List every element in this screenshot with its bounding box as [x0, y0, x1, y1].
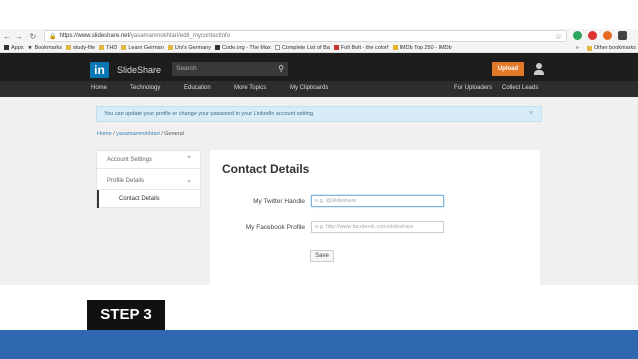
- breadcrumb-home[interactable]: Home: [97, 131, 112, 137]
- bookmark-unis-germany[interactable]: Uni's Germany: [167, 45, 211, 51]
- bookmark-folt-bolt[interactable]: Folt Bolt - the colorf: [333, 45, 389, 51]
- step-badge: STEP 3: [87, 300, 165, 330]
- folder-icon: [121, 45, 127, 50]
- chevron-down-icon: ⌄: [186, 177, 192, 184]
- settings-sidebar: Account Settings ⌃ Profile Details ⌄ Con…: [96, 150, 201, 208]
- extension-orange-icon[interactable]: [603, 31, 612, 40]
- url-host: https://www.slideshare.net/: [59, 33, 131, 39]
- facebook-label: My Facebook Profile: [245, 224, 305, 231]
- sidebar-item-contact-details[interactable]: Contact Details: [97, 190, 200, 208]
- nav-technology[interactable]: Technology: [130, 85, 160, 91]
- site-nav: Home Technology Education More Topics My…: [0, 81, 638, 97]
- close-icon[interactable]: ×: [529, 107, 533, 121]
- code-org-icon: [215, 45, 220, 50]
- notice-text: You can update your profile or change yo…: [104, 111, 315, 117]
- url-path: yasamanmokhtari/edit_mycontactinfo: [130, 33, 230, 39]
- user-avatar-icon[interactable]: [533, 62, 545, 76]
- bookmark-star-icon[interactable]: ☆: [555, 32, 562, 41]
- folder-icon: [167, 45, 173, 50]
- browser-toolbar: ← → ↻ 🔒 https://www.slideshare.net/yasam…: [0, 29, 638, 43]
- nav-collect-leads[interactable]: Collect Leads: [502, 85, 538, 91]
- folder-icon: [99, 45, 105, 50]
- reload-icon[interactable]: ↻: [28, 32, 38, 41]
- breadcrumb-user[interactable]: yasamanmokhtari: [116, 131, 159, 137]
- facebook-profile-field[interactable]: e.g. http://www.facebook.com/slideshare: [311, 221, 444, 233]
- chevron-up-icon: ⌃: [186, 156, 192, 163]
- save-button[interactable]: Save: [310, 250, 334, 262]
- bottom-bar: [0, 330, 638, 359]
- folder-icon: [66, 45, 71, 50]
- overflow-icon: »: [575, 45, 579, 51]
- nav-my-clipboards[interactable]: My Clipboards: [290, 85, 328, 91]
- bookmark-code-org[interactable]: Code.org - The Max: [215, 45, 271, 51]
- star-icon: ★: [27, 44, 33, 51]
- upload-button[interactable]: Upload: [492, 62, 524, 76]
- lock-icon: 🔒: [49, 33, 57, 40]
- breadcrumb: Home / yasamanmokhtari / General: [97, 131, 184, 137]
- extension-dark-icon[interactable]: [618, 31, 627, 40]
- nav-education[interactable]: Education: [184, 85, 211, 91]
- contact-details-panel: Contact Details My Twitter Handle e.g. @…: [210, 150, 540, 285]
- slideshare-logo-text[interactable]: SlideShare: [117, 65, 161, 75]
- nav-home[interactable]: Home: [91, 85, 107, 91]
- bookmark-imdb[interactable]: IMDb Top 250 - IMDb: [392, 45, 452, 51]
- bookmark-learn-german[interactable]: Learn German: [121, 45, 164, 51]
- breadcrumb-current: General: [164, 131, 184, 137]
- bookmark-complete-list[interactable]: Complete List of Ba: [274, 45, 330, 51]
- page-icon: [274, 45, 280, 50]
- search-icon[interactable]: ⚲: [278, 62, 284, 76]
- sidebar-item-account-settings[interactable]: Account Settings ⌃: [97, 151, 200, 169]
- bookmarks-bar: Apps ★ Bookmarks study-file THD Learn Ger…: [0, 43, 638, 53]
- extension-green-icon[interactable]: [573, 31, 582, 40]
- nav-for-uploaders[interactable]: For Uploaders: [454, 85, 492, 91]
- bookmark-thd[interactable]: THD: [99, 45, 117, 51]
- linkedin-notice: You can update your profile or change yo…: [96, 106, 542, 122]
- back-icon[interactable]: ←: [2, 32, 12, 41]
- sidebar-item-profile-details[interactable]: Profile Details ⌄: [97, 172, 200, 190]
- bookmark-study-file[interactable]: study-file: [66, 45, 95, 51]
- search-input[interactable]: Search ⚲: [172, 62, 288, 76]
- other-bookmarks[interactable]: » Other bookmarks: [575, 43, 636, 52]
- page-title: Contact Details: [222, 162, 310, 176]
- twitter-label: My Twitter Handle: [253, 198, 305, 205]
- linkedin-logo[interactable]: in: [90, 62, 109, 78]
- bookmark-apps[interactable]: Apps: [4, 45, 24, 51]
- bookmark-bookmarks[interactable]: ★ Bookmarks: [28, 45, 62, 51]
- apps-grid-icon: [4, 45, 9, 50]
- twitter-handle-field[interactable]: e.g. @slideshare: [311, 195, 444, 207]
- imdb-icon: [392, 45, 398, 50]
- nav-more-topics[interactable]: More Topics: [234, 85, 266, 91]
- folder-icon: [586, 45, 592, 51]
- extension-red-icon[interactable]: [588, 31, 597, 40]
- forward-icon[interactable]: →: [14, 32, 24, 41]
- address-bar[interactable]: 🔒 https://www.slideshare.net/yasamanmokh…: [44, 30, 567, 42]
- folt-bolt-icon: [333, 45, 339, 50]
